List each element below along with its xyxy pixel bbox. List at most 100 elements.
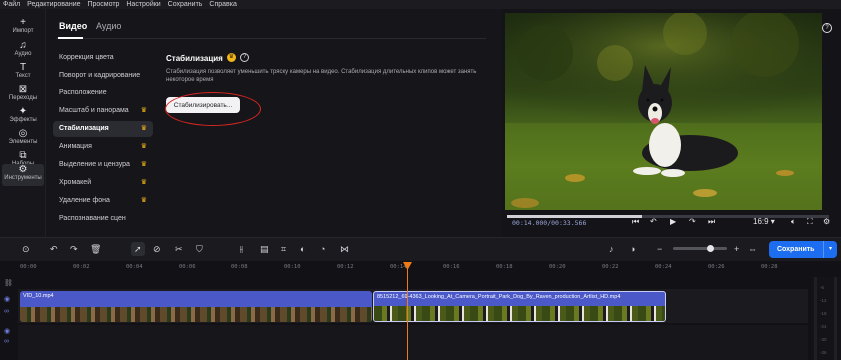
scissors-icon[interactable]: ✂ (175, 244, 183, 255)
fullscreen-icon[interactable]: ⛶ (807, 217, 813, 227)
undo-icon[interactable]: ↶ (50, 244, 58, 255)
save-button[interactable]: Сохранить ▾ (769, 241, 837, 258)
sidebar-item-tools[interactable]: ⚙ Инструменты (2, 164, 44, 186)
volume-icon[interactable]: 🔈︎ (791, 217, 796, 227)
category-color-correction[interactable]: Коррекция цвета (53, 50, 153, 66)
help-icon[interactable]: ? (822, 23, 832, 33)
clip-thumbnails (20, 307, 372, 322)
sidebar-label: Текст (15, 73, 31, 79)
audio-track (18, 325, 808, 360)
disable-icon[interactable]: ⊘ (153, 244, 161, 255)
menu-edit[interactable]: Редактирование (27, 0, 80, 9)
clip-vid-10[interactable]: VID_10.mp4 (20, 291, 372, 322)
ruler-tick: 00:10 (284, 264, 301, 270)
delete-icon[interactable]: 🗑︎ (90, 244, 101, 255)
eye-icon[interactable]: ◉ (4, 295, 10, 303)
aspect-ratio-select[interactable]: 16:9 ▾ (753, 217, 775, 226)
clip-dog-park[interactable]: 8515212_69-4363_Looking_At_Camera_Portra… (373, 291, 666, 322)
category-scene-detection[interactable]: Распознавание сцен (53, 211, 153, 227)
ruler-tick: 00:14 (390, 264, 407, 270)
category-stabilization[interactable]: Стабилизация ♛ (53, 121, 153, 137)
forward-icon[interactable]: ↷ (689, 217, 696, 226)
settings-icon[interactable]: ⚙ (823, 217, 830, 226)
split-icon[interactable]: ⫲ (240, 244, 243, 255)
sidebar-item-transitions[interactable]: ⊠ Переходы (2, 84, 44, 106)
category-chromakey[interactable]: Хромакей ♛ (53, 175, 153, 191)
elements-icon: ◎ (18, 128, 28, 139)
crown-icon: ♛ (140, 143, 147, 150)
play-icon[interactable]: ▶ (670, 217, 676, 226)
zoom-in-icon[interactable]: + (734, 244, 739, 254)
help-icon[interactable]: ? (240, 53, 249, 62)
category-rotate-crop[interactable]: Поворот и кадрирование (53, 68, 153, 84)
ruler-tick: 00:06 (179, 264, 196, 270)
menu-view[interactable]: Просмотр (87, 0, 119, 9)
menu-help[interactable]: Справка (209, 0, 236, 9)
skip-end-icon[interactable]: ⏭ (708, 217, 715, 227)
crown-icon: ♛ (140, 161, 147, 168)
transitions-icon: ⊠ (18, 84, 28, 95)
menu-save[interactable]: Сохранить (168, 0, 203, 9)
category-animation[interactable]: Анимация ♛ (53, 139, 153, 155)
menu-file[interactable]: Файл (3, 0, 20, 9)
sidebar-item-effects[interactable]: ✦ Эффекты (2, 106, 44, 128)
fit-icon[interactable]: ⇔ (748, 244, 757, 254)
playhead[interactable] (407, 263, 408, 360)
stabilization-description: Стабилизация позволяет уменьшить тряску … (166, 69, 477, 83)
color-icon[interactable]: ◐ (300, 244, 305, 254)
chevron-down-icon[interactable]: ▾ (823, 241, 837, 258)
sidebar-label: Аудио (14, 51, 32, 57)
select-tool-icon[interactable]: ➚ (131, 242, 145, 256)
category-zoom-pan[interactable]: Масштаб и панорама ♛ (53, 103, 153, 119)
ruler-tick: 00:18 (496, 264, 513, 270)
category-label: Поворот и кадрирование (59, 72, 141, 79)
menu-bar: Файл Редактирование Просмотр Настройки С… (0, 0, 841, 9)
zoom-slider[interactable] (673, 247, 727, 250)
level-label: -12 (820, 298, 827, 303)
tab-video[interactable]: Видео (59, 21, 87, 31)
highlight-circle (165, 92, 261, 126)
redo-icon[interactable]: ↷ (70, 244, 78, 255)
ruler-tick: 00:20 (549, 264, 566, 270)
shield-icon[interactable]: ⛉ (196, 244, 203, 255)
sidebar-label: Переходы (8, 95, 38, 101)
sidebar-item-elements[interactable]: ◎ Элементы (2, 128, 44, 150)
skip-start-icon[interactable]: ⏮ (632, 217, 639, 227)
playback-scrubber[interactable] (507, 215, 829, 218)
level-label: -30 (820, 337, 827, 342)
category-highlight-censor[interactable]: Выделение и цензура ♛ (53, 157, 153, 173)
sidebar-item-import[interactable]: + Импорт (2, 17, 44, 39)
menu-settings[interactable]: Настройки (126, 0, 160, 9)
sidebar-item-text[interactable]: T Текст (2, 62, 44, 84)
link-icon[interactable]: ⛓ (4, 279, 13, 287)
eye-icon[interactable]: ◉ (4, 327, 10, 335)
storyboard-icon[interactable]: ▤ (260, 244, 269, 255)
category-label: Расположение (59, 89, 107, 96)
rewind-icon[interactable]: ↶ (650, 217, 657, 226)
audio-icon[interactable]: ♪ (609, 244, 614, 254)
video-preview (505, 13, 822, 210)
tab-audio[interactable]: Аудио (96, 21, 121, 31)
category-label: Хромакей (59, 179, 92, 186)
zoom-slider-handle[interactable] (707, 245, 714, 252)
tab-divider (56, 38, 486, 39)
crown-icon: ♛ (140, 197, 147, 204)
settings-icon[interactable]: ⊙ (22, 244, 30, 255)
speed-icon[interactable]: ◔ (320, 244, 325, 254)
crop-icon[interactable]: ⌗ (281, 244, 286, 255)
clip-thumbnails (374, 306, 665, 321)
category-background-removal[interactable]: Удаление фона ♛ (53, 193, 153, 209)
timeline-ruler[interactable]: 00:00 00:02 00:04 00:06 00:08 00:10 00:1… (0, 261, 841, 275)
snap-icon[interactable]: ◑ (630, 244, 635, 254)
transition-icon[interactable]: ⋈ (340, 244, 349, 255)
timeline-tracks: ⛓ ◉ ∞ ◉ ∞ VID_10.mp4 8515212_69-4363_Loo… (0, 275, 841, 360)
preview-panel: ? 00:14.000/00:33.566 ⏮ ↶ ▶ ↷ ⏭ 16:9 ▾ 🔈… (502, 9, 841, 237)
link-icon[interactable]: ∞ (4, 308, 9, 315)
category-position[interactable]: Расположение (53, 85, 153, 101)
link-icon[interactable]: ∞ (4, 338, 9, 345)
zoom-out-icon[interactable]: − (657, 244, 662, 254)
dog-in-park-image (505, 13, 822, 210)
sidebar-item-audio[interactable]: ♫ Аудио (2, 40, 44, 62)
category-label: Выделение и цензура (59, 161, 130, 168)
playback-progress (507, 215, 643, 218)
